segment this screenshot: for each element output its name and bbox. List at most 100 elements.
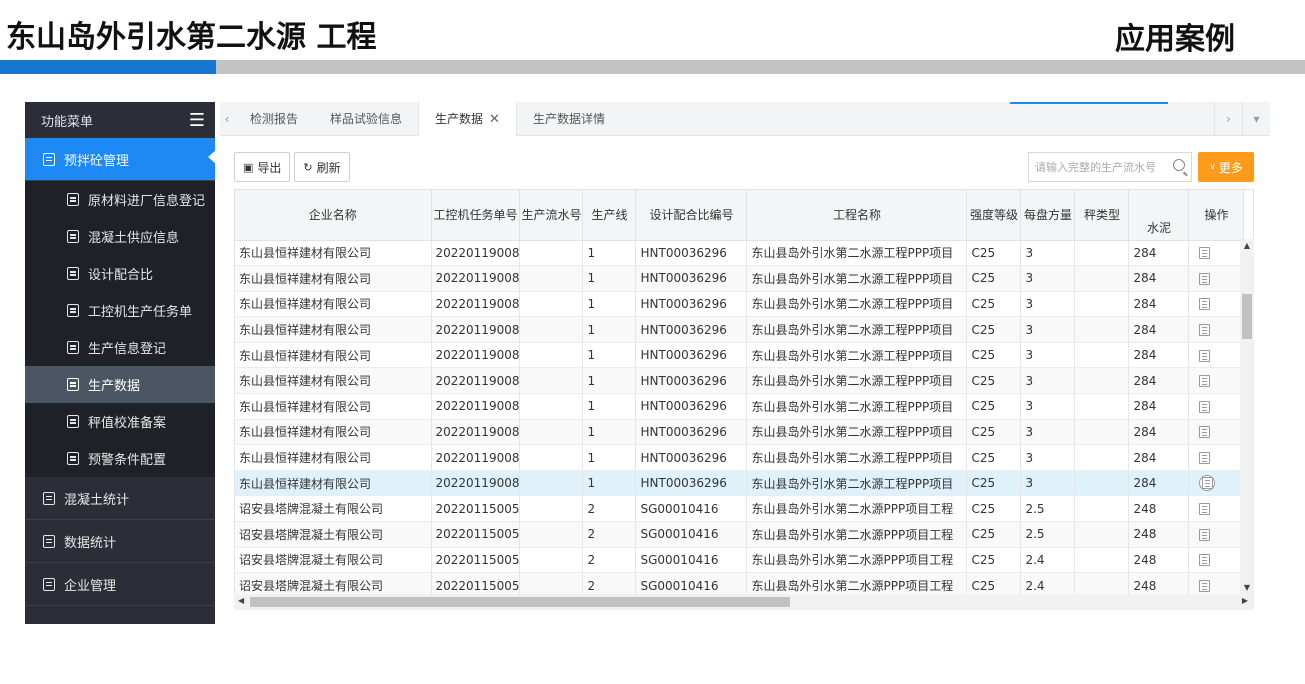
- table-cell: 东山县岛外引水第二水源工程PPP项目: [746, 393, 968, 420]
- sidebar-group[interactable]: 混凝土统计: [25, 477, 215, 520]
- view-detail-icon[interactable]: [1199, 400, 1211, 413]
- title-bar-gray: [216, 60, 1305, 74]
- column-header[interactable]: 生产流水号: [519, 190, 584, 241]
- table-row[interactable]: 东山县恒祥建材有限公司 20220119008 1 HNT00036296 东山县岛外引…: [235, 444, 1245, 471]
- table-cell: 东山县岛外引水第二水源工程PPP项目: [746, 291, 968, 318]
- view-detail-icon[interactable]: [1199, 247, 1211, 260]
- refresh-button[interactable]: ↻ 刷新: [294, 152, 350, 182]
- table-row[interactable]: 东山县恒祥建材有限公司 20220119008 1 HNT00036296 东山县岛外引…: [235, 470, 1245, 497]
- column-header[interactable]: 生产线: [582, 190, 637, 241]
- table-row[interactable]: 东山县恒祥建材有限公司 20220119008 1 HNT00036296 东山县岛外引…: [235, 291, 1245, 318]
- column-header[interactable]: 工程名称: [746, 190, 968, 241]
- table-cell: 20220119008: [431, 444, 521, 471]
- sidebar-group[interactable]: 企业管理: [25, 563, 215, 606]
- scroll-left-icon[interactable]: ◀: [238, 596, 244, 605]
- table-cell: 3: [1020, 291, 1076, 318]
- table-header-row: 企业名称 工控机任务单号 生产流水号 生产线 设计配合比编号 工程名称 强度等级 每盘方量 秤类…: [235, 190, 1245, 241]
- table-cell: [519, 393, 584, 420]
- close-icon[interactable]: ✕: [489, 112, 500, 127]
- more-button[interactable]: ∨ 更多: [1198, 152, 1254, 182]
- view-detail-icon[interactable]: [1199, 426, 1211, 439]
- view-detail-icon[interactable]: [1199, 554, 1211, 567]
- column-header[interactable]: 强度等级: [966, 190, 1022, 241]
- table-cell: 20220119008: [431, 393, 521, 420]
- export-button[interactable]: ▣ 导出: [234, 152, 291, 182]
- sidebar-subitem[interactable]: 秤值校准备案: [25, 403, 215, 440]
- tab-menu-chevron-icon[interactable]: ▾: [1242, 102, 1270, 136]
- table-cell: 284: [1128, 291, 1190, 318]
- sidebar-group[interactable]: 数据统计: [25, 520, 215, 563]
- sidebar-subitem[interactable]: 生产信息登记: [25, 329, 215, 366]
- table-row[interactable]: 东山县恒祥建材有限公司 20220119008 1 HNT00036296 东山县岛外引…: [235, 393, 1245, 420]
- table-row[interactable]: 诏安县塔牌混凝土有限公司 20220115005 2 SG00010416 东山县岛外引…: [235, 547, 1245, 574]
- horizontal-scroll-thumb[interactable]: [250, 597, 790, 607]
- sidebar-subitem[interactable]: 生产数据: [25, 366, 215, 403]
- view-detail-icon[interactable]: [1199, 349, 1211, 362]
- tab[interactable]: 生产数据详情: [517, 102, 621, 136]
- table-row[interactable]: 东山县恒祥建材有限公司 20220119008 1 HNT00036296 东山县岛外引…: [235, 419, 1245, 446]
- tab[interactable]: 检测报告: [234, 102, 314, 136]
- vertical-scrollbar[interactable]: ▲ ▼: [1240, 239, 1254, 594]
- sidebar-group-active[interactable]: 预拌砼管理: [25, 138, 216, 181]
- search-input[interactable]: 请输入完整的生产流水号: [1028, 152, 1192, 182]
- table-row[interactable]: 东山县恒祥建材有限公司 20220119008 1 HNT00036296 东山县岛外引…: [235, 265, 1245, 292]
- table-cell: [519, 265, 584, 292]
- view-detail-icon[interactable]: [1199, 272, 1211, 285]
- tab-scroll-left-icon[interactable]: ‹: [220, 112, 234, 126]
- column-header[interactable]: 每盘方量: [1020, 190, 1076, 241]
- view-detail-button[interactable]: [1199, 475, 1216, 492]
- column-header[interactable]: 操作: [1188, 190, 1245, 241]
- sidebar-subitem[interactable]: 原材料进厂信息登记: [25, 181, 215, 218]
- table-cell: C25: [966, 367, 1022, 395]
- search-icon[interactable]: [1173, 159, 1185, 171]
- tab[interactable]: 生产数据 ✕: [418, 101, 517, 136]
- table-cell-actions: [1188, 547, 1245, 574]
- sidebar-subitem[interactable]: 混凝土供应信息: [25, 218, 215, 255]
- table-cell: 20220119008: [431, 367, 521, 395]
- sidebar-subitem[interactable]: 设计配合比: [25, 255, 215, 292]
- view-detail-icon[interactable]: [1199, 298, 1211, 311]
- sidebar-subitem-label: 设计配合比: [88, 268, 154, 283]
- table-cell: [519, 444, 584, 471]
- table-row[interactable]: 东山县恒祥建材有限公司 20220119008 1 HNT00036296 东山县岛外引…: [235, 367, 1245, 395]
- view-detail-icon[interactable]: [1199, 375, 1211, 388]
- table-row[interactable]: 东山县恒祥建材有限公司 20220119008 1 HNT00036296 东山县岛外引…: [235, 316, 1245, 343]
- table-row[interactable]: 诏安县塔牌混凝土有限公司 20220115005 2 SG00010416 东山县岛外引…: [235, 495, 1245, 523]
- scroll-right-icon[interactable]: ▶: [1242, 596, 1248, 605]
- menu-collapse-icon[interactable]: ☰: [189, 110, 205, 131]
- sidebar-subitem[interactable]: 工控机生产任务单: [25, 292, 215, 329]
- table-cell: SG00010416: [635, 521, 748, 548]
- table-cell: 284: [1128, 419, 1190, 446]
- table-cell: 诏安县塔牌混凝土有限公司: [235, 495, 432, 523]
- table-cell: 东山县恒祥建材有限公司: [235, 470, 432, 497]
- view-detail-icon[interactable]: [1199, 528, 1211, 541]
- column-header[interactable]: 设计配合比编号: [635, 190, 748, 241]
- sidebar-subitem[interactable]: 预警条件配置: [25, 440, 215, 477]
- column-header[interactable]: 企业名称: [235, 190, 432, 241]
- view-detail-icon[interactable]: [1199, 324, 1211, 337]
- table-cell: 20220119008: [431, 316, 521, 343]
- column-header[interactable]: 水泥: [1128, 190, 1190, 241]
- table-row[interactable]: 东山县恒祥建材有限公司 20220119008 1 HNT00036296 东山县岛外引…: [235, 240, 1245, 267]
- vertical-scroll-thumb[interactable]: [1242, 294, 1252, 339]
- table-cell: 2: [582, 521, 637, 548]
- view-detail-icon[interactable]: [1199, 452, 1211, 465]
- view-detail-icon[interactable]: [1199, 503, 1211, 516]
- scroll-up-icon[interactable]: ▲: [1240, 241, 1254, 250]
- horizontal-scrollbar[interactable]: ◀ ▶: [234, 594, 1254, 610]
- column-header[interactable]: 秤类型: [1074, 190, 1130, 241]
- sidebar-group-label: 数据统计: [64, 535, 117, 551]
- table-cell: 东山县岛外引水第二水源PPP项目工程: [746, 495, 968, 523]
- table-cell: 20220115005: [431, 495, 521, 523]
- table-row[interactable]: 东山县恒祥建材有限公司 20220119008 1 HNT00036296 东山县岛外引…: [235, 342, 1245, 369]
- scroll-down-icon[interactable]: ▼: [1240, 583, 1254, 592]
- sidebar-subitem-label: 混凝土供应信息: [88, 231, 180, 246]
- table-cell: 3: [1020, 342, 1076, 369]
- table-cell: 1: [582, 419, 637, 446]
- table-cell: 3: [1020, 419, 1076, 446]
- tab-scroll-right-icon[interactable]: ›: [1214, 102, 1242, 136]
- column-header[interactable]: 工控机任务单号: [431, 190, 521, 241]
- view-detail-icon[interactable]: [1199, 580, 1211, 593]
- table-row[interactable]: 诏安县塔牌混凝土有限公司 20220115005 2 SG00010416 东山县岛外引…: [235, 521, 1245, 548]
- tab[interactable]: 样品试验信息: [314, 102, 418, 136]
